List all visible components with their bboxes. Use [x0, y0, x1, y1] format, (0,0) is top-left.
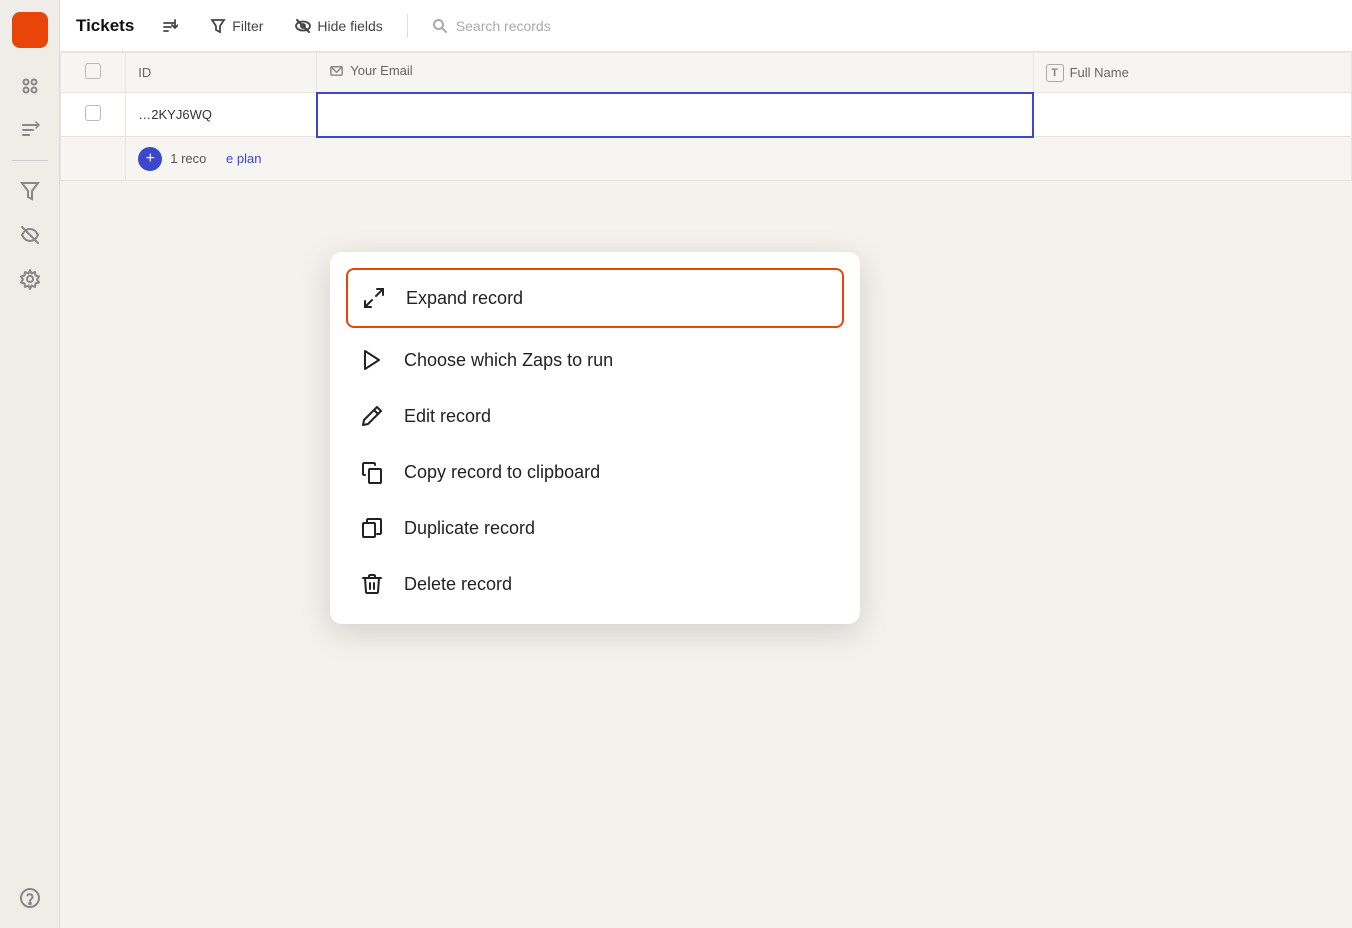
add-record-row[interactable]: + 1 reco e plan — [61, 137, 1352, 181]
settings-icon[interactable] — [12, 261, 48, 297]
sidebar-divider-1 — [12, 160, 48, 161]
menu-item-edit[interactable]: Edit record — [330, 388, 860, 444]
add-record-circle[interactable]: + — [138, 147, 162, 171]
header: Tickets Filter Hide fi — [60, 0, 1352, 52]
menu-item-copy-label: Copy record to clipboard — [404, 462, 600, 483]
menu-item-duplicate[interactable]: Duplicate record — [330, 500, 860, 556]
add-record-button[interactable]: + 1 reco e plan — [138, 147, 1339, 171]
upgrade-link[interactable]: e plan — [226, 151, 261, 166]
menu-item-delete-label: Delete record — [404, 574, 512, 595]
col-header-name: T Full Name — [1033, 53, 1351, 93]
menu-item-expand[interactable]: Expand record — [346, 268, 844, 328]
row-id-cell: …2KYJ6WQ — [126, 93, 317, 137]
row-checkbox-cell[interactable] — [61, 93, 126, 137]
menu-item-edit-label: Edit record — [404, 406, 491, 427]
filter-icon[interactable] — [12, 173, 48, 209]
add-record-label: 1 reco — [170, 151, 206, 166]
col-header-checkbox[interactable] — [61, 53, 126, 93]
context-menu: Expand record Choose which Zaps to run — [330, 252, 860, 624]
help-icon[interactable] — [12, 880, 48, 916]
menu-item-zaps[interactable]: Choose which Zaps to run — [330, 332, 860, 388]
select-all-checkbox[interactable] — [85, 63, 101, 79]
sidebar — [0, 0, 60, 928]
edit-icon — [358, 402, 386, 430]
copy-icon — [358, 458, 386, 486]
add-record-cell[interactable]: + 1 reco e plan — [126, 137, 1352, 181]
duplicate-icon — [358, 514, 386, 542]
expand-icon — [360, 284, 388, 312]
menu-item-copy[interactable]: Copy record to clipboard — [330, 444, 860, 500]
menu-item-delete[interactable]: Delete record — [330, 556, 860, 612]
sidebar-bottom — [12, 880, 48, 916]
hide-fields-label: Hide fields — [317, 18, 382, 34]
page-title: Tickets — [76, 16, 134, 36]
play-icon — [358, 346, 386, 374]
apps-icon[interactable] — [12, 68, 48, 104]
hide-fields-button[interactable]: Hide fields — [287, 14, 390, 38]
filter-button[interactable]: Filter — [202, 14, 271, 38]
hide-fields-icon[interactable] — [12, 217, 48, 253]
col-header-email: Your Email — [317, 53, 1033, 93]
records-table: ID Your Email T — [60, 52, 1352, 181]
app-logo[interactable] — [12, 12, 48, 48]
text-type-icon: T — [1046, 64, 1064, 82]
search-placeholder: Search records — [456, 18, 551, 34]
delete-icon — [358, 570, 386, 598]
row-email-cell[interactable] — [317, 93, 1033, 137]
add-record-checkbox-cell — [61, 137, 126, 181]
menu-item-duplicate-label: Duplicate record — [404, 518, 535, 539]
table-row[interactable]: …2KYJ6WQ — [61, 93, 1352, 137]
row-checkbox[interactable] — [85, 105, 101, 121]
sort-icon[interactable] — [12, 112, 48, 148]
main-content: Tickets Filter Hide fi — [60, 0, 1352, 928]
header-divider — [407, 14, 408, 38]
filter-label: Filter — [232, 18, 263, 34]
table-area: ID Your Email T — [60, 52, 1352, 928]
col-header-id: ID — [126, 53, 317, 93]
row-name-cell[interactable] — [1033, 93, 1351, 137]
menu-item-expand-label: Expand record — [406, 288, 523, 309]
add-sort-button[interactable] — [154, 14, 186, 38]
search-bar[interactable]: Search records — [424, 14, 559, 38]
menu-item-zaps-label: Choose which Zaps to run — [404, 350, 613, 371]
